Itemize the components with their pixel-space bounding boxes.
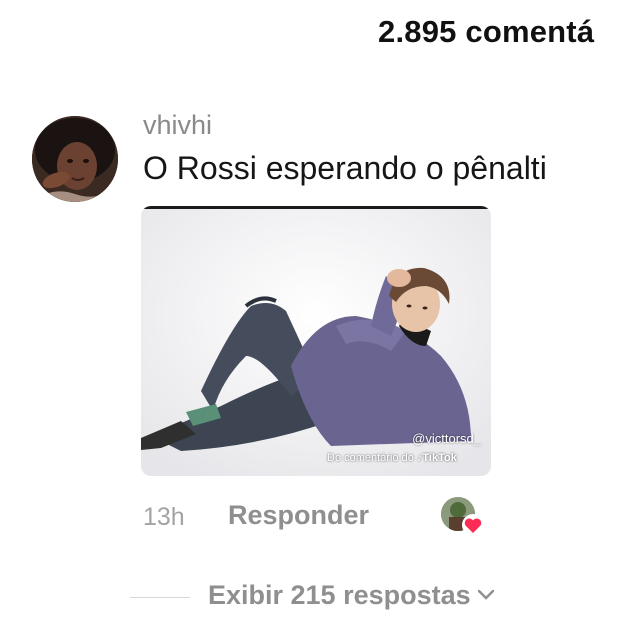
watermark-brand: TikTok xyxy=(422,452,457,464)
chevron-down-icon xyxy=(477,589,494,600)
comment-text: O Rossi esperando o pênalti xyxy=(143,150,547,186)
comment-timestamp: 13h xyxy=(143,503,185,531)
watermark-handle: @victtorsd_ xyxy=(412,431,481,446)
reply-button[interactable]: Responder xyxy=(228,500,369,531)
sticker-top-border xyxy=(141,206,491,209)
comment-thread-screen: 2.895 comentá vhivhi O Rossi esperando o… xyxy=(0,0,639,623)
watermark-source: Do comentário do ♪TikTok xyxy=(327,452,457,464)
view-replies-label: Exibir 215 respostas xyxy=(208,580,471,610)
replies-divider xyxy=(130,597,190,598)
watermark-source-prefix: Do comentário do xyxy=(327,452,414,464)
comment-sticker-image[interactable]: @victtorsd_ Do comentário do ♪TikTok xyxy=(141,206,491,476)
avatar[interactable] xyxy=(32,116,118,202)
comment-count-header: 2.895 comentá xyxy=(378,14,595,49)
view-replies-button[interactable]: Exibir 215 respostas xyxy=(208,580,495,611)
heart-icon xyxy=(462,514,484,536)
comment-username[interactable]: vhivhi xyxy=(143,110,212,141)
